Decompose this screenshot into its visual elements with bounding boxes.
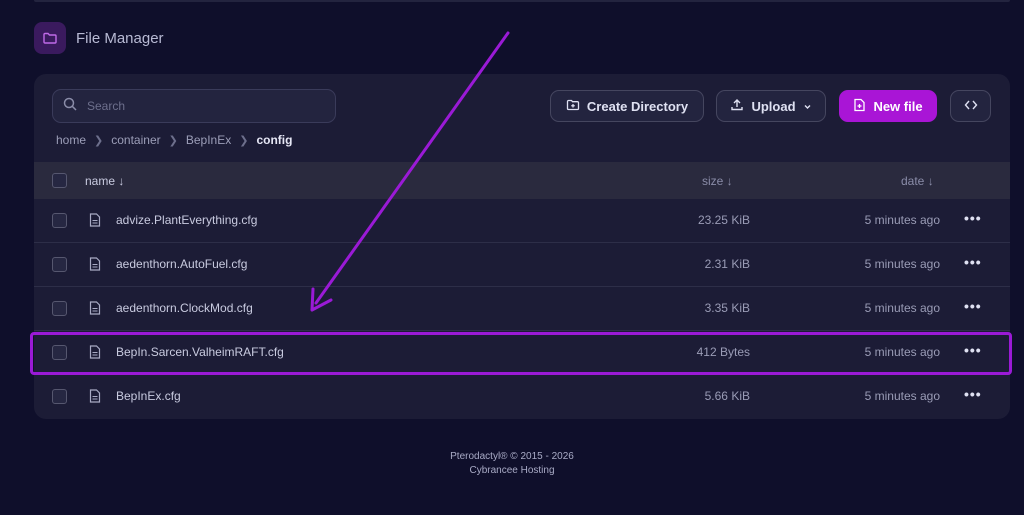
breadcrumb-config: config (256, 133, 293, 147)
page-header: File Manager (34, 22, 164, 54)
footer: Pterodactyl® © 2015 - 2026 Cybrancee Hos… (0, 450, 1024, 478)
create-directory-button[interactable]: Create Directory (550, 90, 704, 122)
footer-copyright: Pterodactyl® © 2015 - 2026 (450, 451, 574, 462)
chevron-down-icon (803, 99, 812, 114)
folder-icon (34, 22, 66, 54)
more-options-icon[interactable]: ••• (964, 210, 982, 226)
file-date: 5 minutes ago (864, 301, 940, 315)
file-manager-panel: Create Directory Upload New file (34, 74, 1010, 419)
table-row[interactable]: advize.PlantEverything.cfg 23.25 KiB 5 m… (34, 199, 1010, 243)
file-text-icon (89, 389, 101, 406)
file-date: 5 minutes ago (864, 345, 940, 359)
file-plus-icon (853, 98, 866, 115)
select-all-checkbox[interactable] (52, 173, 67, 188)
upload-button[interactable]: Upload (716, 90, 826, 122)
file-size: 23.25 KiB (697, 213, 750, 227)
file-name[interactable]: BepIn.Sarcen.ValheimRAFT.cfg (116, 345, 284, 359)
breadcrumb-container[interactable]: container (111, 133, 160, 147)
file-text-icon (89, 257, 101, 274)
table-row[interactable]: aedenthorn.ClockMod.cfg 3.35 KiB 5 minut… (34, 287, 1010, 331)
more-options-icon[interactable]: ••• (964, 254, 982, 270)
breadcrumb: home ❯ container ❯ BepInEx ❯ config (56, 132, 292, 148)
column-size[interactable]: size ↓ (702, 174, 733, 188)
footer-host: Cybrancee Hosting (469, 465, 555, 476)
code-button[interactable] (950, 90, 991, 122)
file-name[interactable]: BepInEx.cfg (116, 389, 181, 403)
file-text-icon (89, 345, 101, 362)
search-icon (63, 97, 77, 116)
search-box[interactable] (52, 89, 336, 123)
table-row[interactable]: aedenthorn.AutoFuel.cfg 2.31 KiB 5 minut… (34, 243, 1010, 287)
row-checkbox[interactable] (52, 213, 67, 228)
file-size: 412 Bytes (696, 345, 750, 359)
new-file-button[interactable]: New file (839, 90, 937, 122)
row-checkbox[interactable] (52, 301, 67, 316)
file-date: 5 minutes ago (864, 257, 940, 271)
file-size: 3.35 KiB (704, 301, 750, 315)
top-bar (34, 0, 1010, 2)
folder-plus-icon (566, 98, 580, 115)
file-text-icon (89, 301, 101, 318)
file-size: 5.66 KiB (704, 389, 750, 403)
new-file-label: New file (873, 98, 923, 114)
file-name[interactable]: advize.PlantEverything.cfg (116, 213, 257, 227)
file-name[interactable]: aedenthorn.AutoFuel.cfg (116, 257, 247, 271)
upload-icon (730, 98, 744, 115)
table-row[interactable]: BepInEx.cfg 5.66 KiB 5 minutes ago ••• (34, 375, 1010, 419)
chevron-right-icon: ❯ (239, 134, 249, 147)
column-date[interactable]: date ↓ (901, 174, 934, 188)
more-options-icon[interactable]: ••• (964, 342, 982, 358)
create-directory-label: Create Directory (586, 98, 689, 114)
file-date: 5 minutes ago (864, 389, 940, 403)
chevron-right-icon: ❯ (168, 134, 178, 147)
breadcrumb-bepinex[interactable]: BepInEx (186, 133, 231, 147)
file-text-icon (89, 213, 101, 230)
file-date: 5 minutes ago (864, 213, 940, 227)
row-checkbox[interactable] (52, 257, 67, 272)
more-options-icon[interactable]: ••• (964, 386, 982, 402)
table-row[interactable]: BepIn.Sarcen.ValheimRAFT.cfg 412 Bytes 5… (34, 331, 1010, 375)
row-checkbox[interactable] (52, 345, 67, 360)
more-options-icon[interactable]: ••• (964, 298, 982, 314)
chevron-right-icon: ❯ (94, 134, 104, 147)
upload-label: Upload (751, 98, 796, 114)
table-header: name ↓ size ↓ date ↓ (34, 162, 1010, 199)
row-checkbox[interactable] (52, 389, 67, 404)
file-size: 2.31 KiB (704, 257, 750, 271)
page-title: File Manager (76, 29, 164, 47)
column-name[interactable]: name ↓ (85, 174, 124, 188)
search-input[interactable] (85, 98, 319, 114)
breadcrumb-home[interactable]: home (56, 133, 86, 147)
code-icon (964, 99, 978, 114)
file-name[interactable]: aedenthorn.ClockMod.cfg (116, 301, 253, 315)
